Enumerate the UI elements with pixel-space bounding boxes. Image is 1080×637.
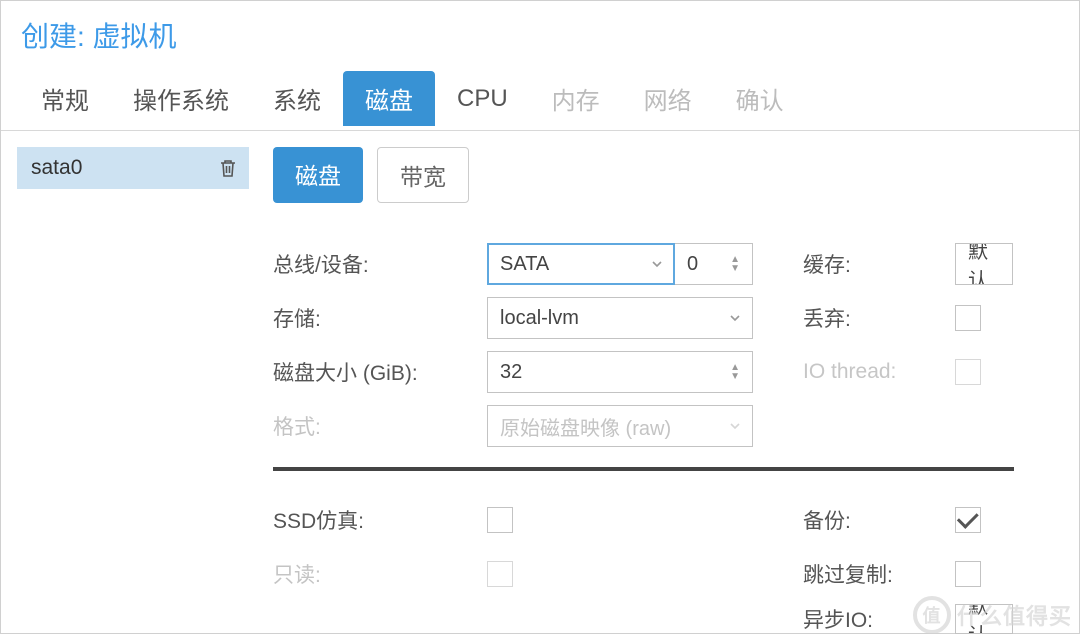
device-index-spinner[interactable]: 0 ▲ ▼ [675,243,753,285]
chevron-down-icon [728,311,742,325]
disk-subtabs: 磁盘 带宽 [273,147,1079,203]
io-thread-checkbox [955,359,981,385]
chevron-down-icon [650,257,664,271]
label-io-thread: IO thread: [755,360,955,384]
label-read-only: 只读: [273,559,487,589]
label-bus-device: 总线/设备: [273,249,487,279]
subtab-disk[interactable]: 磁盘 [273,147,363,203]
read-only-checkbox [487,561,513,587]
format-select-value: 原始磁盘映像 (raw) [500,412,671,441]
disk-settings-panel: 磁盘 带宽 总线/设备: SATA 0 ▲ [269,147,1079,637]
tab-confirm: 确认 [714,71,806,130]
label-skip-replication: 跳过复制: [755,559,955,589]
ssd-emulation-checkbox[interactable] [487,507,513,533]
create-vm-dialog: 创建: 虚拟机 常规 操作系统 系统 磁盘 CPU 内存 网络 确认 sata0… [0,0,1080,634]
disk-item-sata0[interactable]: sata0 [17,147,249,189]
watermark: 值 什么值得买 [913,596,1072,634]
label-format: 格式: [273,411,487,441]
bus-select[interactable]: SATA [487,243,675,285]
label-ssd-emulation: SSD仿真: [273,505,487,535]
skip-replication-checkbox[interactable] [955,561,981,587]
tab-system[interactable]: 系统 [251,71,343,130]
storage-select-value: local-lvm [500,307,579,330]
disk-item-label: sata0 [31,156,82,180]
label-disk-size: 磁盘大小 (GiB): [273,357,487,387]
discard-checkbox[interactable] [955,305,981,331]
tab-disk[interactable]: 磁盘 [343,71,435,126]
disk-form: 总线/设备: SATA 0 ▲ ▼ [273,237,1079,637]
label-discard: 丢弃: [755,303,955,333]
section-divider [273,467,1014,471]
wizard-tabbar: 常规 操作系统 系统 磁盘 CPU 内存 网络 确认 [1,55,1079,131]
cache-select[interactable]: 默认 [955,243,1013,285]
chevron-down-icon [728,419,742,433]
tab-os[interactable]: 操作系统 [111,71,251,130]
format-select: 原始磁盘映像 (raw) [487,405,753,447]
label-backup: 备份: [755,505,955,535]
storage-select[interactable]: local-lvm [487,297,753,339]
disk-size-value: 32 [500,361,522,384]
tab-network: 网络 [622,71,714,130]
label-cache: 缓存: [755,249,955,279]
tab-cpu[interactable]: CPU [435,75,530,127]
disk-size-spinner[interactable]: 32 ▲ ▼ [487,351,753,393]
tab-memory: 内存 [530,71,622,130]
cache-select-value: 默认 [968,243,1002,285]
device-index-value: 0 [687,253,698,276]
dialog-title: 创建: 虚拟机 [1,1,1079,55]
watermark-text: 什么值得买 [957,599,1072,631]
disk-list: sata0 [17,147,249,637]
subtab-bandwidth[interactable]: 带宽 [377,147,469,203]
backup-checkbox[interactable] [955,507,981,533]
bus-select-value: SATA [500,253,549,276]
trash-icon [219,158,237,178]
label-storage: 存储: [273,303,487,333]
watermark-logo-icon: 值 [913,596,951,634]
delete-disk-button[interactable] [217,157,239,179]
content-area: sata0 磁盘 带宽 总线/设备: SATA [1,131,1079,637]
spinner-down-icon[interactable]: ▼ [730,372,740,381]
spinner-down-icon[interactable]: ▼ [730,264,740,273]
tab-general[interactable]: 常规 [19,71,111,130]
